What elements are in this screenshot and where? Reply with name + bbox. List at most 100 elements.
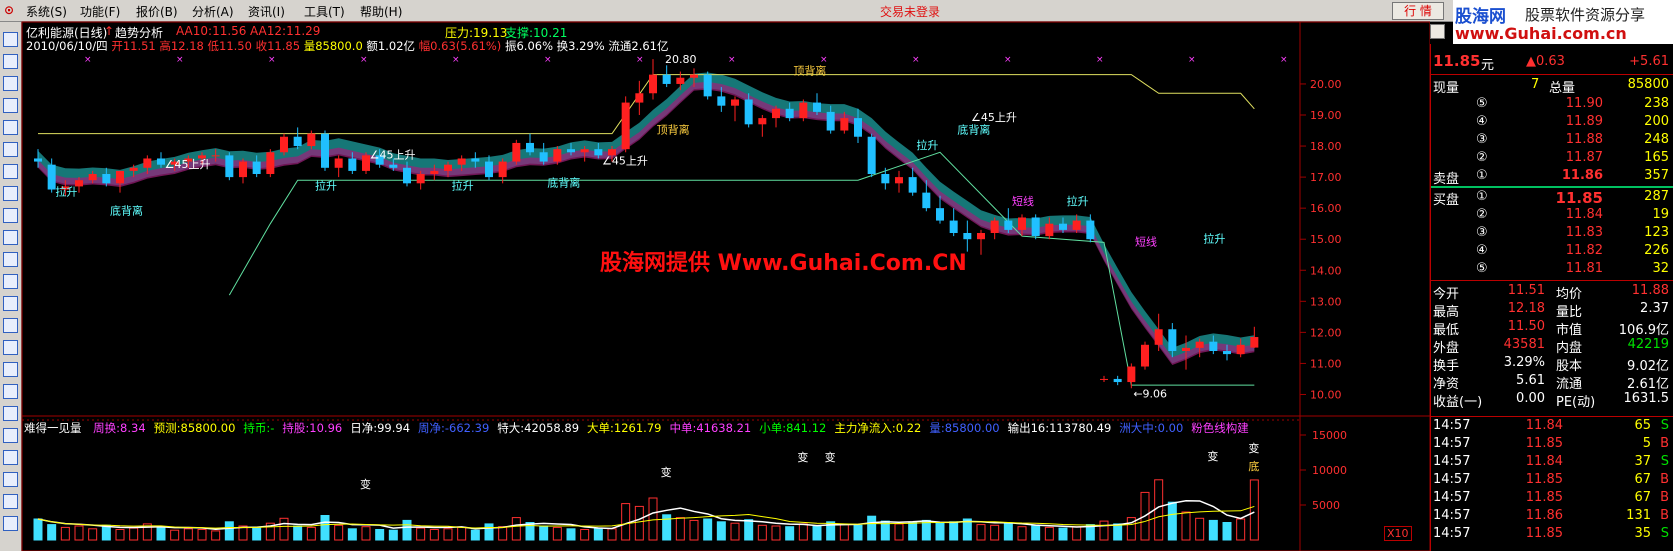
ask-level-5: ⑤ [1476,96,1488,111]
candle-body [512,142,521,162]
volume-stat-3: 持股:10.96 [282,421,343,435]
volume-bar [402,519,412,541]
candle-body [635,93,644,103]
top-marker: × [176,55,184,65]
candle-body [1045,223,1054,237]
bid-price: 11.83 [1565,225,1603,240]
volume-bar [716,521,726,541]
stat-label-2: 市值 [1556,323,1583,338]
ask-volume: 357 [1644,168,1669,183]
volume-indicator-name[interactable]: 难得一见量 [24,421,82,435]
tick-time: 14:57 [1433,508,1471,523]
stat-label: 今开 [1433,287,1460,302]
volume-bar [566,528,576,541]
volume-bar [689,519,699,541]
bid-level-5: ⑤ [1476,261,1488,276]
tick-price: 11.84 [1525,454,1563,469]
volume-stat-4: 日净:99.94 [350,421,411,435]
bid-label: 买盘 [1433,193,1460,208]
candle-body [922,192,931,209]
volume-stat-0: 周换:8.34 [93,421,146,435]
volume-stat-1: 预测:85800.00 [153,421,236,435]
volume-bar [580,529,590,541]
top-marker: × [728,55,736,65]
candle-body [895,177,903,184]
volume-bar [593,527,603,541]
bid-volume: 287 [1644,189,1669,204]
volume-bar [1044,526,1054,541]
candle-body [334,158,343,168]
volume-bar [252,527,262,541]
volume-tick-label: 10000 [1312,464,1347,477]
volume-bar [334,524,344,541]
candle-body [854,118,862,137]
volume-bar [484,523,494,541]
signal-label-duanxian: 短线 [1135,234,1157,248]
volume-bar [798,523,808,541]
ask-level-1: ① [1476,168,1488,183]
top-marker: × [820,55,828,65]
volume-bar [1236,518,1246,541]
candle-body [690,74,698,78]
volume-bar [33,518,43,541]
bid-volume: 32 [1652,261,1669,276]
volume-bar [88,528,98,541]
minimize-icon[interactable] [1430,24,1445,39]
tick-volume: 37 [1634,454,1651,469]
signal-label-duanxian: 短线 [1012,194,1034,208]
volume-bar [320,515,330,541]
volume-bar [839,524,849,541]
volume-bar [511,517,521,541]
ask-level-4: ④ [1476,114,1488,129]
candle-body [772,108,780,119]
volume-bar [867,515,877,541]
volume-bar [935,522,945,541]
volume-bar [443,528,453,541]
total-volume: 85800 [1627,77,1669,92]
volume-bar [129,527,139,541]
current-volume: 7 [1531,77,1540,92]
volume-bar [170,529,180,541]
tick-volume: 35 [1634,526,1651,541]
price-tick-label: 12.00 [1310,326,1342,339]
volume-bar [908,522,918,541]
ask-volume: 248 [1644,132,1669,147]
candle-body [990,220,999,233]
volume-stat-11: 量:85800.00 [929,421,1000,435]
volume-bar [607,528,617,541]
top-marker: × [1096,55,1104,65]
volume-bar [1222,522,1232,541]
candle-body [649,74,657,94]
stat-value-2: 106.9亿 [1618,323,1669,338]
volume-stat-13: 洲大中:0.00 [1119,421,1184,435]
ask-price: 11.90 [1565,96,1603,111]
price-tick-label: 16.00 [1310,202,1342,215]
stat-value-2: 2.37 [1640,301,1669,316]
ask-price: 11.88 [1565,132,1603,147]
candle-body [717,96,726,106]
stat-value-2: 2.61亿 [1627,377,1669,392]
candle-body [621,102,630,150]
candle-body [1182,347,1190,351]
peak-price-label: 20.80 [665,53,697,66]
tick-side: B [1660,490,1669,505]
volume-bar [552,526,562,541]
logo-url: www.Guhai.com.cn [1455,24,1627,43]
ask-volume: 165 [1644,150,1669,165]
volume-bar [1208,519,1218,541]
stat-value: 11.50 [1507,319,1545,334]
top-marker: × [912,55,920,65]
volume-bar [621,503,631,541]
quote-panel: 11.85 元 ▲0.63 +5.61 现量 7 总量 85800 ⑤ 11.90 238 ④ 11.8… [1430,44,1673,551]
candle-body [280,136,288,153]
candle-body [211,155,220,157]
candle-body [416,174,425,184]
candle-body [116,170,124,184]
candle-body [239,161,247,178]
candle-body [457,158,466,165]
volume-stat-12: 输出16:113780.49 [1007,421,1112,435]
divider [1431,416,1673,417]
top-marker: × [360,55,368,65]
stat-label-2: 流通 [1556,377,1583,392]
candle-body [34,158,42,162]
